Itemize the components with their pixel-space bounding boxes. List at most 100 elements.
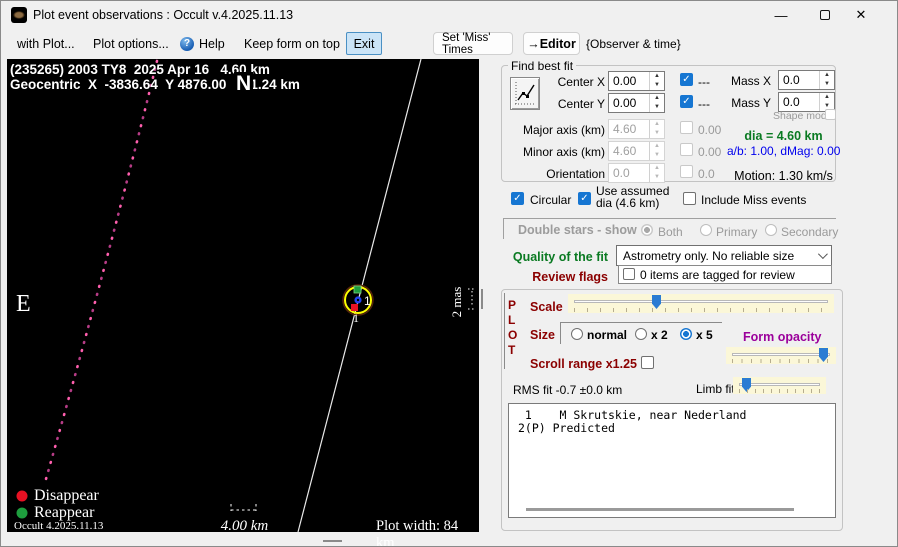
spin-up-icon: ▲	[654, 165, 660, 171]
center-marker-core	[356, 298, 360, 302]
size-group-border-left	[560, 322, 561, 344]
review-flags-text: 0 items are tagged for review	[640, 268, 795, 282]
scroll-range-label: Scroll range x1.25	[530, 357, 638, 371]
double-stars-border-top	[503, 218, 836, 219]
size-x5-radio[interactable]	[680, 328, 692, 340]
quality-value: Astrometry only. No reliable size	[623, 248, 795, 263]
menu-with-plot[interactable]: with Plot...	[17, 37, 75, 51]
ab-dmag-label: a/b: 1.00, dMag: 0.00	[727, 144, 841, 158]
use-assumed-checkbox[interactable]	[578, 192, 591, 205]
legend-disappear-label: Disappear	[34, 487, 99, 504]
orientation-checkbox[interactable]	[680, 165, 693, 178]
help-icon[interactable]: ?	[180, 37, 194, 51]
form-opacity-slider[interactable]	[726, 347, 836, 364]
spin-up-icon[interactable]: ▲	[820, 71, 834, 80]
mass-x-spinner[interactable]: 0.0 ▲ ▼	[778, 70, 835, 90]
spin-down-icon[interactable]: ▼	[650, 81, 664, 90]
rms-fit-label: RMS fit -0.7 ±0.0 km	[513, 383, 623, 397]
listbox-scrollbar[interactable]	[526, 508, 794, 511]
menu-plot-options[interactable]: Plot options...	[93, 37, 169, 51]
plot-letters-border	[504, 293, 505, 369]
limb-fit-slider[interactable]	[733, 377, 826, 394]
app-icon	[11, 7, 27, 23]
scale-slider-thumb[interactable]	[652, 295, 661, 309]
review-flags-checkbox[interactable]	[623, 268, 635, 280]
review-flags-label: Review flags	[532, 270, 608, 284]
spin-down-icon[interactable]: ▼	[650, 103, 664, 112]
circular-checkbox[interactable]	[511, 192, 524, 205]
center-x-spinner[interactable]: 0.00 ▲ ▼	[608, 71, 665, 91]
scroll-range-checkbox[interactable]	[641, 356, 654, 369]
center-x-checkbox[interactable]	[680, 73, 693, 86]
double-primary-radio[interactable]	[700, 224, 712, 236]
close-button[interactable]: ✕	[841, 1, 881, 29]
menu-help[interactable]: Help	[199, 37, 225, 51]
size-normal-radio[interactable]	[571, 328, 583, 340]
center-y-spinner[interactable]: 0.00 ▲ ▼	[608, 93, 665, 113]
center-y-checkbox[interactable]	[680, 95, 693, 108]
major-axis-label: Major axis (km)	[522, 123, 605, 137]
plot-graphics: 1 1	[16, 59, 476, 532]
maximize-button[interactable]	[805, 1, 845, 29]
dotted-path-bright	[44, 59, 159, 481]
size-x2-radio[interactable]	[635, 328, 647, 340]
minor-axis-checkbox[interactable]	[680, 143, 693, 156]
major-axis-checkbox[interactable]	[680, 121, 693, 134]
orientation-label: Orientation	[546, 167, 605, 181]
limb-fit-ticks	[739, 389, 820, 393]
exit-button[interactable]: Exit	[346, 32, 382, 55]
legend-reappear-dot	[16, 507, 28, 519]
spin-up-icon: ▲	[654, 121, 660, 127]
plot-horizontal-scrollbar[interactable]	[323, 540, 342, 542]
scale-label: Scale	[530, 300, 563, 314]
scale-slider-ticks	[574, 308, 828, 312]
spin-up-icon[interactable]: ▲	[650, 72, 664, 81]
include-miss-label: Include Miss events	[701, 193, 807, 207]
close-icon: ✕	[855, 7, 867, 22]
plot-canvas[interactable]: 1 1 (235265) 2003 TY8 2025 Apr 16 4.60 k…	[7, 59, 479, 546]
size-x5-label: x 5	[696, 328, 713, 342]
east-direction-label: E	[16, 291, 31, 317]
quality-dropdown[interactable]: Astrometry only. No reliable size	[616, 245, 832, 266]
scale-slider[interactable]	[568, 294, 834, 313]
orientation-spinner[interactable]: 0.0 ▲ ▼	[608, 163, 665, 183]
include-miss-checkbox[interactable]	[683, 192, 696, 205]
double-secondary-radio[interactable]	[765, 224, 777, 236]
spin-down-icon: ▼	[654, 130, 660, 136]
minor-axis-spinner[interactable]: 4.60 ▲ ▼	[608, 141, 665, 161]
chord-number-label-2: 1	[353, 311, 359, 325]
stations-listbox[interactable]: 1 M Skrutskie, near Nederland 2(P) Predi…	[508, 403, 836, 518]
shape-model-checkbox[interactable]	[825, 109, 836, 120]
plot-letter-l: L	[508, 313, 516, 327]
set-miss-times-button[interactable]: Set 'Miss' Times	[433, 32, 513, 56]
minimize-button[interactable]: —	[761, 1, 801, 29]
station-row-2[interactable]: 2(P) Predicted	[518, 421, 615, 435]
major-axis-spinner[interactable]: 4.60 ▲ ▼	[608, 119, 665, 139]
km-scale-bracket	[230, 504, 257, 511]
circular-label: Circular	[530, 193, 572, 207]
plot-vertical-scrollbar[interactable]	[481, 289, 483, 309]
station-row-1[interactable]: 1 M Skrutskie, near Nederland	[518, 408, 747, 422]
plot-letter-o: O	[508, 328, 518, 342]
title-bar: Plot event observations : Occult v.4.202…	[1, 1, 897, 29]
editor-button[interactable]: →Editor	[523, 32, 580, 55]
plot-letter-p: P	[508, 298, 517, 312]
menu-keep-on-top[interactable]: Keep form on top	[244, 37, 340, 51]
double-stars-label: Double stars - show	[518, 223, 637, 237]
mass-x-label: Mass X	[730, 74, 771, 88]
spin-down-icon[interactable]: ▼	[820, 80, 834, 89]
dia-value-label: dia = 4.60 km	[744, 129, 823, 143]
plot-header-line2: Geocentric X -3836.64 Y 4876.00 Z -1.24 …	[10, 77, 300, 92]
double-stars-border-left	[503, 218, 504, 239]
scale-slider-track	[574, 300, 828, 303]
app-window: Plot event observations : Occult v.4.202…	[0, 0, 898, 547]
minor-axis-label: Minor axis (km)	[522, 145, 605, 159]
use-assumed-label: Use assumed dia (4.6 km)	[596, 184, 670, 210]
spin-up-icon[interactable]: ▲	[650, 94, 664, 103]
spin-up-icon[interactable]: ▲	[820, 93, 834, 102]
double-primary-label: Primary	[716, 225, 758, 239]
chord-number-label: 1	[364, 294, 371, 308]
legend-disappear-dot	[16, 490, 28, 502]
double-both-radio[interactable]	[641, 224, 653, 236]
star-track-line	[297, 59, 422, 532]
